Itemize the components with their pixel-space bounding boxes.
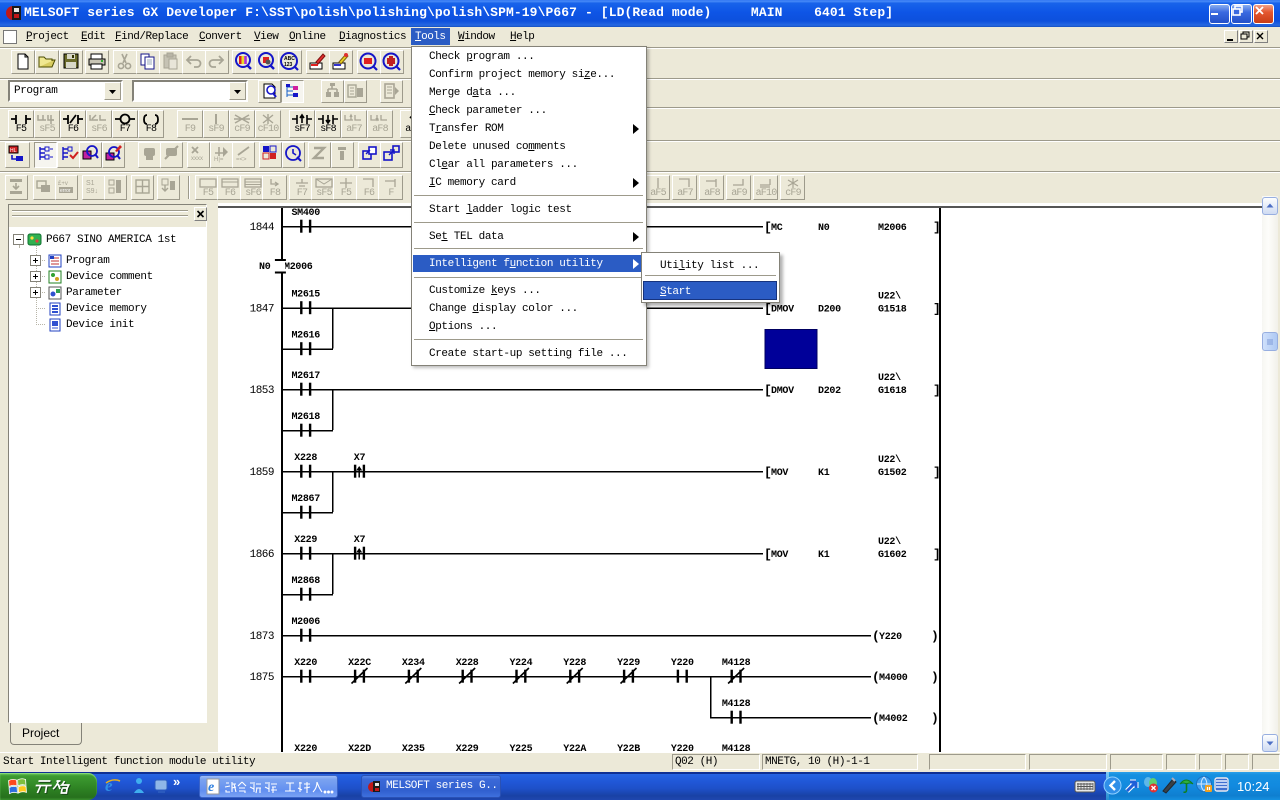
svg-text:Y220: Y220 (671, 744, 694, 752)
svg-text:1844: 1844 (250, 222, 275, 234)
svg-text:Y229: Y229 (617, 658, 640, 669)
svg-text:U22\: U22\ (878, 454, 901, 466)
svg-text:123: 123 (284, 62, 293, 68)
svg-text:X7: X7 (354, 453, 366, 464)
svg-text:]: ] (933, 220, 941, 235)
svg-text:M4128: M4128 (722, 744, 751, 752)
svg-text:G1518: G1518 (878, 305, 907, 316)
svg-text:D200: D200 (818, 305, 841, 316)
svg-text:D202: D202 (818, 386, 841, 397)
svg-text:SM400: SM400 (291, 208, 320, 219)
svg-text:X22D: X22D (348, 744, 371, 752)
svg-text:M4000: M4000 (879, 673, 908, 684)
svg-text:): ) (931, 629, 939, 644)
svg-text:G1502: G1502 (878, 468, 907, 479)
svg-text:S1: S1 (86, 180, 95, 187)
svg-text:X228: X228 (294, 453, 317, 464)
svg-text:N0: N0 (818, 223, 830, 234)
svg-text:MOV: MOV (771, 550, 788, 561)
svg-text:1859: 1859 (250, 467, 274, 479)
svg-text:X235: X235 (402, 744, 425, 752)
svg-text:X234: X234 (402, 658, 425, 669)
svg-text:U22\: U22\ (878, 291, 901, 303)
svg-text:M2617: M2617 (291, 371, 320, 382)
svg-text:X22C: X22C (348, 658, 371, 669)
svg-text:xxxx: xxxx (191, 156, 203, 162)
svg-text:Y225: Y225 (509, 744, 532, 752)
svg-text:N0: N0 (259, 262, 271, 273)
svg-text:MOV: MOV (771, 468, 788, 479)
svg-text:1866: 1866 (250, 549, 274, 561)
svg-text:e: e (208, 780, 214, 795)
svg-text:U22\: U22\ (878, 536, 901, 548)
svg-text:]: ] (933, 302, 941, 317)
svg-text:X228: X228 (456, 658, 479, 669)
svg-text:M2006: M2006 (291, 617, 320, 628)
svg-text:Y220: Y220 (879, 632, 902, 643)
svg-text:1853: 1853 (250, 385, 274, 397)
svg-text:G1602: G1602 (878, 550, 907, 561)
svg-text:HL: HL (10, 148, 17, 154)
svg-text:Y220: Y220 (671, 658, 694, 669)
svg-text:M2868: M2868 (291, 576, 320, 587)
svg-text:H|=: H|= (214, 157, 224, 163)
svg-text:K1: K1 (818, 550, 830, 561)
svg-text:=<>: =<> (236, 157, 247, 163)
svg-text:X220: X220 (294, 744, 317, 752)
svg-text:M2006: M2006 (284, 262, 313, 273)
svg-text:]: ] (933, 465, 941, 480)
svg-text:M2616: M2616 (291, 331, 320, 342)
svg-text:X229: X229 (294, 535, 317, 546)
svg-text:M2006: M2006 (878, 223, 907, 234)
svg-text:1875: 1875 (250, 672, 274, 684)
svg-text:error: error (60, 188, 71, 194)
svg-text:1847: 1847 (250, 304, 274, 316)
svg-text:Y228: Y228 (563, 658, 586, 669)
svg-text:K1: K1 (818, 468, 830, 479)
svg-text:M2618: M2618 (291, 412, 320, 423)
svg-text:M4128: M4128 (722, 658, 751, 669)
svg-text:X7: X7 (354, 535, 366, 546)
svg-text:]: ] (933, 383, 941, 398)
svg-text:DMOV: DMOV (771, 305, 794, 316)
svg-text:DMOV: DMOV (771, 386, 794, 397)
svg-text:]: ] (933, 547, 941, 562)
svg-text:U22\: U22\ (878, 372, 901, 384)
svg-text:M2615: M2615 (291, 290, 320, 301)
svg-text:G1618: G1618 (878, 386, 907, 397)
svg-text:): ) (931, 670, 939, 685)
svg-text:M4002: M4002 (879, 714, 908, 725)
svg-text:M2867: M2867 (291, 494, 320, 505)
svg-text:M4128: M4128 (722, 699, 751, 710)
svg-text:Y22A: Y22A (563, 744, 586, 752)
svg-text:£+v: £+v (58, 181, 68, 187)
svg-text:Y22B: Y22B (617, 744, 640, 752)
svg-text:1873: 1873 (250, 631, 274, 643)
svg-text:S9↓: S9↓ (86, 188, 98, 195)
svg-text:Y224: Y224 (509, 658, 532, 669)
svg-text:e: e (105, 776, 113, 794)
svg-text:MC: MC (771, 223, 783, 234)
svg-text:X220: X220 (294, 658, 317, 669)
svg-text:): ) (931, 711, 939, 726)
svg-text:X229: X229 (456, 744, 479, 752)
